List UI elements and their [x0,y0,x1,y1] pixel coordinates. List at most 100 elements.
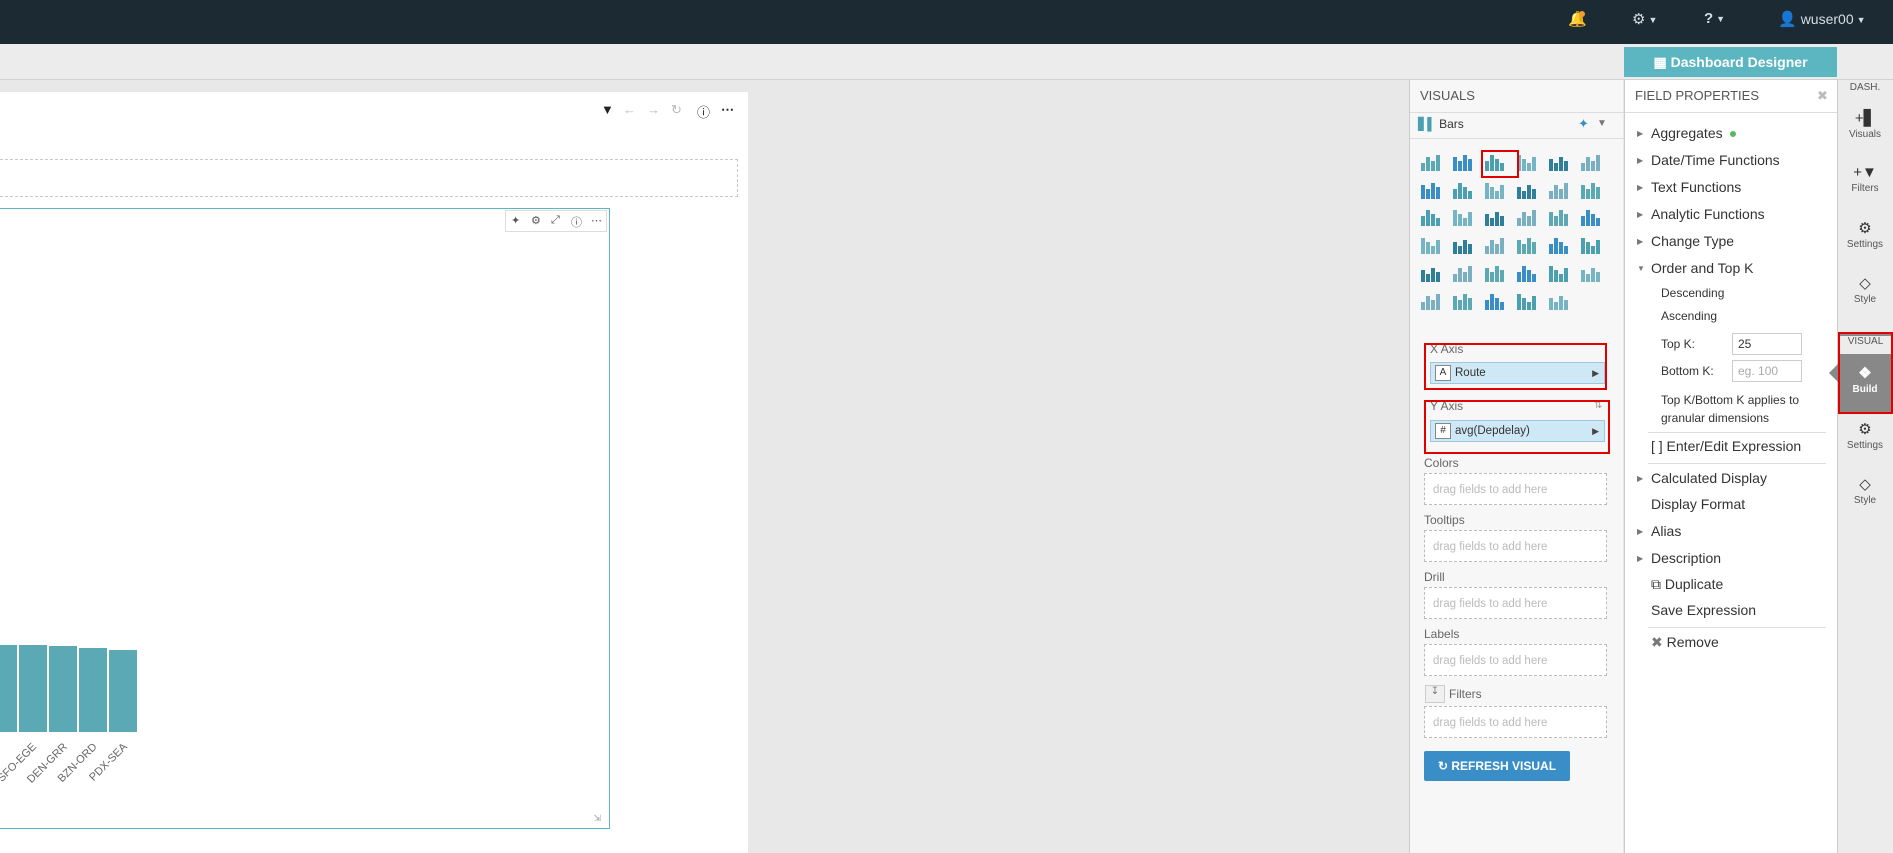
visual-type-selector[interactable]: ▋▌ Bars [1418,117,1464,131]
visual-type-option[interactable] [1547,153,1571,173]
rail-settings-button[interactable]: ⚙ Settings [1837,219,1893,250]
ascending-option[interactable]: Ascending [1661,309,1717,323]
visual-type-option[interactable] [1451,236,1475,256]
expand-icon[interactable]: ⤢ [551,214,560,227]
visual-type-option[interactable] [1419,264,1443,284]
change-type-item[interactable]: Change Type [1651,233,1734,249]
visual-type-option[interactable] [1451,264,1475,284]
visual-type-option[interactable] [1515,264,1539,284]
chevron-down-icon[interactable]: ▼ [1597,118,1607,129]
visual-type-option[interactable] [1483,236,1507,256]
topk-input[interactable]: 25 [1732,333,1802,355]
enter-edit-expression-item[interactable]: [ ] Enter/Edit Expression [1651,438,1801,454]
alias-item[interactable]: Alias [1651,523,1681,539]
rail-settings2-label: Settings [1846,440,1884,451]
visual-type-option[interactable] [1451,208,1475,228]
visual-type-glyph [1564,268,1568,282]
sparkle-icon[interactable]: ✦ [1578,116,1589,132]
download-icon[interactable]: ↧ [1425,685,1445,703]
visual-type-option[interactable] [1451,292,1475,312]
refresh-visual-button[interactable]: ↻ REFRESH VISUAL [1424,751,1570,781]
visual-type-option[interactable] [1515,236,1539,256]
visual-type-option[interactable] [1579,181,1603,201]
visual-type-option[interactable] [1579,153,1603,173]
visual-type-glyph [1431,300,1435,310]
visual-type-glyph [1453,210,1457,226]
labels-dropzone[interactable]: drag fields to add here [1424,644,1607,676]
refresh-icon[interactable]: ↻ [671,102,682,118]
aggregates-label: Aggregates [1651,125,1723,141]
visual-type-glyph [1554,238,1558,254]
visual-type-option[interactable] [1515,208,1539,228]
close-icon[interactable]: ✖ [1817,88,1828,104]
gear-icon[interactable]: ⚙ [531,214,541,227]
rail-style2-button[interactable]: ◇ Style [1837,475,1893,506]
visual-type-option[interactable] [1547,208,1571,228]
visual-type-glyph [1517,294,1521,310]
visual-type-glyph [1426,242,1430,254]
descending-option[interactable]: Descending [1661,286,1724,300]
more-icon[interactable]: ⋯ [721,102,734,118]
remove-item[interactable]: ✖ Remove [1651,634,1719,651]
visual-frame[interactable]: SFO-EGE DEN-GRR BZN-ORD PDX-SEA ⇲ [0,208,610,829]
filter-icon[interactable]: ▼ [601,102,614,117]
dashboard-designer-button[interactable]: ▦ Dashboard Designer [1624,47,1837,77]
visual-type-option[interactable] [1419,236,1443,256]
visual-type-option[interactable] [1515,181,1539,201]
drill-dropzone[interactable]: drag fields to add here [1424,587,1607,619]
rail-settings2-button[interactable]: ⚙ Settings [1837,420,1893,451]
visual-type-option[interactable] [1483,181,1507,201]
visual-type-glyph [1436,218,1440,226]
calculated-display-item[interactable]: Calculated Display [1651,470,1767,486]
info-icon[interactable]: ⓘ [571,214,582,230]
description-item[interactable]: Description [1651,550,1721,566]
rail-filters-button[interactable]: +▼ Filters [1837,164,1893,194]
info-icon[interactable]: ⓘ [697,102,710,121]
resize-handle[interactable]: ⇲ [593,813,601,824]
visual-type-glyph [1522,191,1526,199]
visual-type-option[interactable] [1579,264,1603,284]
filter-dropzone[interactable] [0,159,738,197]
visual-type-option[interactable] [1483,292,1507,312]
display-format-item[interactable]: Display Format [1651,496,1745,512]
visual-type-option[interactable] [1547,264,1571,284]
visual-type-option[interactable] [1547,181,1571,201]
back-icon[interactable]: ← [623,102,636,117]
visual-type-glyph [1527,270,1531,282]
visual-type-option[interactable] [1579,208,1603,228]
visual-type-option[interactable] [1419,208,1443,228]
duplicate-item[interactable]: ⧉ Duplicate [1651,576,1723,593]
visual-type-glyph [1596,155,1600,171]
save-expression-item[interactable]: Save Expression [1651,602,1756,618]
more-icon[interactable]: ⋯ [591,214,602,227]
visual-type-option[interactable] [1547,292,1571,312]
visual-type-option[interactable] [1579,236,1603,256]
visual-type-option[interactable] [1419,181,1443,201]
analytic-functions-item[interactable]: Analytic Functions [1651,206,1765,222]
caret-right-icon: ▶ [1637,129,1644,138]
bottomk-input[interactable]: eg. 100 [1732,360,1802,382]
aggregates-item[interactable]: Aggregates [1651,125,1736,141]
visual-type-option[interactable] [1419,292,1443,312]
forward-icon[interactable]: → [647,102,660,117]
datetime-functions-item[interactable]: Date/Time Functions [1651,152,1780,168]
help-icon[interactable]: ? ▼ [1704,10,1725,27]
visual-type-option[interactable] [1451,181,1475,201]
tooltips-dropzone[interactable]: drag fields to add here [1424,530,1607,562]
filters-dropzone[interactable]: drag fields to add here [1424,706,1607,738]
visual-type-option[interactable] [1483,264,1507,284]
visual-type-option[interactable] [1451,153,1475,173]
visual-type-option[interactable] [1547,236,1571,256]
colors-dropzone[interactable]: drag fields to add here [1424,473,1607,505]
visual-type-glyph [1453,242,1457,254]
rail-style-button[interactable]: ◇ Style [1837,274,1893,305]
user-menu[interactable]: 👤 wuser00 ▼ [1778,10,1866,28]
rail-visuals-button[interactable]: +▋ Visuals [1837,109,1893,140]
sparkle-icon[interactable]: ✦ [511,214,520,227]
order-topk-item[interactable]: Order and Top K [1651,260,1753,276]
visual-type-option[interactable] [1419,153,1443,173]
text-functions-item[interactable]: Text Functions [1651,179,1741,195]
gear-icon[interactable]: ⚙ ▼ [1632,10,1657,28]
visual-type-option[interactable] [1515,292,1539,312]
visual-type-option[interactable] [1483,208,1507,228]
